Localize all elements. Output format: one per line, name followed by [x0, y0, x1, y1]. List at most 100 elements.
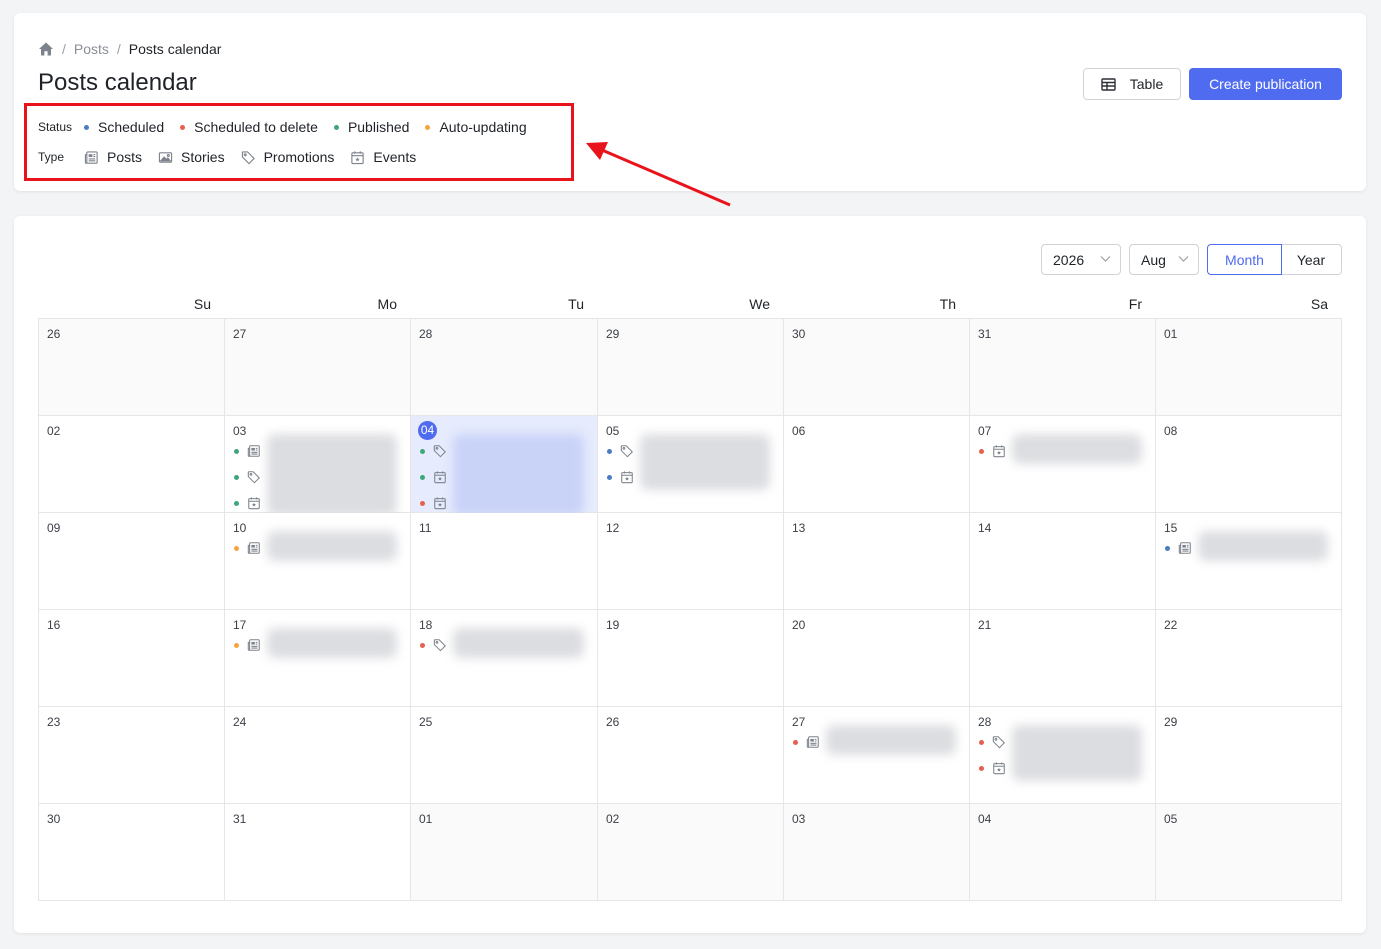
month-select[interactable]: Aug	[1129, 244, 1199, 275]
calendar-day[interactable]: 03	[225, 416, 411, 516]
calendar-day[interactable]: 25	[411, 707, 598, 804]
calendar-day[interactable]: 03	[784, 804, 970, 901]
day-number: 12	[606, 521, 620, 535]
calendar-day[interactable]: 02	[39, 416, 225, 513]
day-number: 31	[233, 812, 247, 826]
tag-icon	[247, 471, 260, 484]
table-icon	[1101, 77, 1116, 91]
calendar-day[interactable]: 09	[39, 513, 225, 610]
day-number: 01	[419, 812, 433, 826]
event-item[interactable]	[234, 638, 261, 652]
year-select[interactable]: 2026	[1041, 244, 1121, 275]
day-number: 10	[233, 521, 247, 535]
calendar-day[interactable]: 28	[411, 319, 598, 416]
calendar-day[interactable]: 10	[225, 513, 411, 610]
calendar-day[interactable]: 30	[784, 319, 970, 416]
event-type-icon	[247, 444, 261, 458]
calendar-day[interactable]: 08	[1156, 416, 1342, 513]
day-number: 05	[1164, 812, 1178, 826]
calendar-day[interactable]: 22	[1156, 610, 1342, 707]
event-item[interactable]	[979, 761, 1006, 775]
calendar-day[interactable]: 14	[970, 513, 1156, 610]
calendar-day[interactable]: 02	[598, 804, 784, 901]
calendar-day[interactable]: 18	[411, 610, 598, 707]
calendar-day[interactable]: 20	[784, 610, 970, 707]
calendar-day[interactable]: 06	[784, 416, 970, 513]
event-item[interactable]	[234, 444, 261, 458]
breadcrumb-separator: /	[62, 41, 66, 57]
calendar-day[interactable]: 30	[39, 804, 225, 901]
calendar-day[interactable]: 31	[970, 319, 1156, 416]
event-item[interactable]	[420, 496, 447, 510]
event-type-icon	[247, 541, 261, 555]
legend-status-published: Published	[333, 119, 409, 135]
table-view-button[interactable]: Table	[1083, 68, 1181, 100]
status-dot-icon	[234, 642, 239, 648]
event-item[interactable]	[420, 444, 447, 458]
calendar-day[interactable]: 12	[598, 513, 784, 610]
event-type-icon	[433, 470, 447, 484]
status-legend: Status Scheduled Scheduled to delete Pub…	[38, 119, 543, 135]
calendar-day[interactable]: 26	[598, 707, 784, 804]
event-item[interactable]	[607, 444, 634, 458]
year-view-toggle[interactable]: Year	[1281, 244, 1342, 275]
day-number: 01	[1164, 327, 1178, 341]
calendar-day[interactable]: 11	[411, 513, 598, 610]
calendar-day[interactable]: 29	[598, 319, 784, 416]
calendar-day[interactable]: 16	[39, 610, 225, 707]
newspaper-icon	[247, 639, 260, 651]
event-item[interactable]	[234, 496, 261, 510]
event-item[interactable]	[420, 470, 447, 484]
calendar-day[interactable]: 19	[598, 610, 784, 707]
day-number: 30	[792, 327, 806, 341]
breadcrumb: / Posts / Posts calendar	[38, 41, 221, 57]
calendar-day[interactable]: 01	[411, 804, 598, 901]
calendar-day[interactable]: 15	[1156, 513, 1342, 610]
calendar-day[interactable]: 01	[1156, 319, 1342, 416]
calendar-day[interactable]: 05	[598, 416, 784, 513]
calendar-day-today[interactable]: 04	[411, 416, 598, 516]
calendar-day[interactable]: 21	[970, 610, 1156, 707]
calendar-day[interactable]: 27	[784, 707, 970, 804]
event-item[interactable]	[234, 470, 261, 484]
calendar-day[interactable]: 28	[970, 707, 1156, 804]
event-item[interactable]	[979, 735, 1006, 749]
home-icon[interactable]	[38, 41, 54, 57]
calendar-day[interactable]: 27	[225, 319, 411, 416]
blurred-event-titles	[826, 725, 956, 755]
breadcrumb-item-posts[interactable]: Posts	[74, 41, 109, 57]
day-number: 04	[978, 812, 992, 826]
status-dot-icon	[234, 545, 239, 551]
event-item[interactable]	[979, 444, 1006, 458]
event-item[interactable]	[420, 638, 447, 652]
chevron-down-icon	[1100, 256, 1111, 262]
event-item[interactable]	[607, 470, 634, 484]
calendar-day[interactable]: 07	[970, 416, 1156, 513]
calendar-day[interactable]: 04	[970, 804, 1156, 901]
event-item[interactable]	[793, 735, 820, 749]
month-view-toggle[interactable]: Month	[1207, 244, 1282, 275]
create-publication-button[interactable]: Create publication	[1189, 68, 1342, 100]
calendar-day[interactable]: 31	[225, 804, 411, 901]
legend-highlight-box: Status Scheduled Scheduled to delete Pub…	[24, 103, 574, 181]
calendar-day[interactable]: 24	[225, 707, 411, 804]
page-title: Posts calendar	[38, 69, 197, 96]
calendar-day[interactable]: 13	[784, 513, 970, 610]
status-dot-icon	[420, 448, 425, 454]
calendar-day[interactable]: 17	[225, 610, 411, 707]
calendar-day[interactable]: 05	[1156, 804, 1342, 901]
calendar-day[interactable]: 23	[39, 707, 225, 804]
blurred-event-titles	[453, 434, 584, 516]
calendar-day[interactable]: 26	[39, 319, 225, 416]
day-number: 31	[978, 327, 992, 341]
day-number: 15	[1164, 521, 1178, 535]
status-dot-icon	[979, 765, 984, 771]
status-dot-icon	[180, 124, 186, 130]
weekday-fr: Fr	[1128, 296, 1142, 312]
chevron-down-icon	[1178, 256, 1189, 262]
event-item[interactable]	[234, 541, 261, 555]
calendar-day[interactable]: 29	[1156, 707, 1342, 804]
event-item[interactable]	[1165, 541, 1192, 555]
calendar-star-icon	[248, 497, 260, 510]
legend-type-label: Events	[373, 149, 417, 165]
